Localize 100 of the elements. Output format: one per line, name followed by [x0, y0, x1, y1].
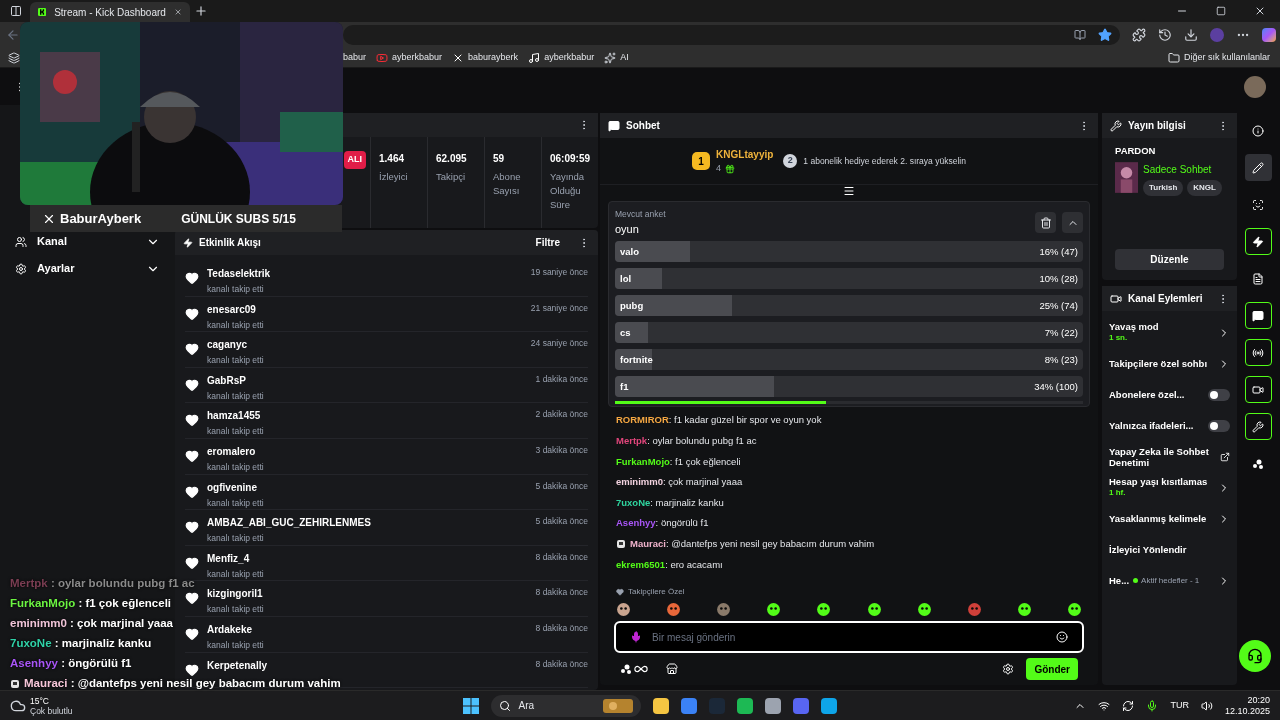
- toggle-switch[interactable]: [1208, 419, 1230, 432]
- channel-action[interactable]: Yasaklanmış kelimele: [1109, 503, 1230, 534]
- store-icon[interactable]: [666, 663, 678, 675]
- channel-action[interactable]: Hesap yaşı kısıtlamas 1 hf.: [1109, 472, 1230, 503]
- folder-icon: [1167, 51, 1180, 64]
- bookmark[interactable]: ayberkbabur: [528, 50, 595, 65]
- emote-icon[interactable]: [866, 602, 882, 617]
- delete-button[interactable]: [1035, 212, 1056, 233]
- filter-button[interactable]: Filtre: [535, 235, 560, 250]
- start-icon[interactable]: [462, 697, 479, 714]
- emote-icon[interactable]: [1067, 602, 1082, 617]
- collections-icon[interactable]: [8, 51, 20, 64]
- poll-option[interactable]: lol 10% (28): [615, 268, 1083, 290]
- channel-action[interactable]: Takipçilere özel sohbı: [1109, 348, 1230, 379]
- emote-icon[interactable]: [816, 602, 832, 617]
- settings-icon[interactable]: [1002, 663, 1015, 675]
- channel-action[interactable]: İzleyici Yönlendir: [1109, 534, 1230, 565]
- emote-icon[interactable]: [916, 602, 932, 617]
- event-action: kanalı takip etti: [207, 318, 265, 332]
- channel-action[interactable]: Abonelere özel...: [1109, 379, 1230, 410]
- history-icon[interactable]: [1158, 28, 1172, 42]
- close-icon[interactable]: [1254, 5, 1266, 17]
- option-label: pubg: [620, 298, 644, 313]
- event-time: 8 dakika önce: [535, 621, 588, 635]
- sync-icon[interactable]: [1122, 699, 1135, 712]
- download-icon[interactable]: [1184, 28, 1198, 42]
- app-icon[interactable]: [820, 697, 837, 714]
- option-label: fortnite: [620, 352, 653, 367]
- emote-icon[interactable]: [766, 602, 782, 617]
- chat-message: Mauraci: @dantefps yeni nesil gey babacım durum vahim: [630, 537, 875, 551]
- close-tab-icon[interactable]: [173, 6, 182, 18]
- overlay-chat-message: FurkanMojo : f1 çok eğlenceli: [10, 596, 172, 612]
- emote-icon[interactable]: [666, 602, 682, 617]
- wifi-icon[interactable]: [1098, 699, 1111, 712]
- read-aloud-icon[interactable]: [1074, 29, 1086, 41]
- channel-action[interactable]: Yavaş mod 1 sn.: [1109, 317, 1230, 348]
- collapse-button[interactable]: [1062, 212, 1083, 233]
- user-avatar[interactable]: [1244, 75, 1266, 98]
- other-favorites[interactable]: Diğer sık kullanılanlar: [1167, 50, 1270, 65]
- language-indicator[interactable]: TUR: [1170, 698, 1189, 713]
- microphone-icon[interactable]: [1146, 699, 1159, 712]
- channel-action[interactable]: Yalnızca ifadeleri...: [1109, 410, 1230, 441]
- copilot-icon[interactable]: [1262, 28, 1276, 42]
- bolt-icon[interactable]: [1244, 228, 1272, 255]
- send-button[interactable]: Gönder: [1026, 658, 1078, 680]
- restore-icon[interactable]: [1216, 6, 1226, 16]
- taskbar-search[interactable]: Ara: [490, 694, 641, 717]
- favorite-star-icon[interactable]: [1098, 28, 1112, 42]
- broadcast-icon[interactable]: [1244, 339, 1272, 366]
- back-icon[interactable]: [6, 28, 20, 42]
- poll-option[interactable]: fortnite 8% (23): [615, 349, 1083, 371]
- channel-action[interactable]: Yapay Zeka ile Sohbet Denetimi: [1109, 441, 1230, 472]
- browser-tab[interactable]: Stream - Kick Dashboard: [30, 2, 190, 22]
- bookmark[interactable]: babur: [343, 50, 367, 65]
- new-tab-icon[interactable]: [194, 4, 208, 18]
- dots-icon[interactable]: [620, 663, 632, 675]
- tag[interactable]: Turkish: [1143, 180, 1184, 197]
- extensions-icon[interactable]: [1132, 28, 1146, 42]
- collapse-icon[interactable]: [843, 185, 855, 197]
- volume-icon[interactable]: [1200, 699, 1213, 712]
- clock[interactable]: 20:20 12.10.2025: [1224, 694, 1270, 717]
- pencil-icon[interactable]: [1244, 154, 1272, 181]
- category-link[interactable]: Sadece Sohbet: [1143, 162, 1222, 178]
- sidebar-item[interactable]: Ayarlar: [15, 255, 160, 282]
- toggle-switch[interactable]: [1208, 388, 1230, 401]
- poll-option[interactable]: f1 34% (100): [615, 376, 1083, 398]
- bookmark[interactable]: AI: [604, 50, 629, 65]
- camera-icon[interactable]: [1244, 376, 1272, 403]
- sidebar-item[interactable]: Kanal: [15, 228, 160, 255]
- chat-icon[interactable]: [1244, 302, 1272, 329]
- emote-icon[interactable]: [616, 602, 631, 617]
- panel-title: Kanal Eylemleri: [1128, 292, 1203, 306]
- wrench-icon[interactable]: [1244, 413, 1272, 440]
- app-icon[interactable]: [652, 697, 669, 714]
- infinity-icon[interactable]: [634, 665, 648, 673]
- edit-button[interactable]: Düzenle: [1115, 249, 1224, 270]
- poll-option[interactable]: cs 7% (22): [615, 322, 1083, 344]
- support-button[interactable]: [1239, 640, 1271, 672]
- channel-action[interactable]: He... Aktif hedefler - 1: [1109, 565, 1230, 596]
- event-time: 5 dakika önce: [535, 479, 588, 493]
- search-icon: [498, 699, 511, 712]
- tab-actions-icon[interactable]: [10, 5, 22, 17]
- app-icon[interactable]: [764, 697, 781, 714]
- message-input[interactable]: Bir mesaj gönderin: [614, 621, 1084, 653]
- emoji-icon[interactable]: [1056, 631, 1068, 643]
- heart-icon: [185, 448, 199, 463]
- event-user: caganyc: [207, 338, 249, 353]
- emote-icon[interactable]: [1016, 602, 1032, 617]
- option-result: 8% (23): [1044, 352, 1078, 367]
- bookmark[interactable]: ayberkbabur: [376, 50, 443, 65]
- event-user: Tedaselektrik: [207, 267, 272, 281]
- input-placeholder: Bir mesaj gönderin: [652, 630, 737, 645]
- app-icon[interactable]: [736, 697, 753, 714]
- poll-option[interactable]: pubg 25% (74): [615, 295, 1083, 317]
- chat-message: FurkanMojo: f1 çok eğlenceli: [616, 454, 741, 469]
- app-icon[interactable]: [680, 697, 697, 714]
- poll-option[interactable]: valo 16% (47): [615, 241, 1083, 263]
- event-action: kanalı takip etti: [207, 496, 265, 510]
- tag[interactable]: KNGL: [1187, 180, 1222, 197]
- bookmark[interactable]: baburayberk: [452, 50, 519, 65]
